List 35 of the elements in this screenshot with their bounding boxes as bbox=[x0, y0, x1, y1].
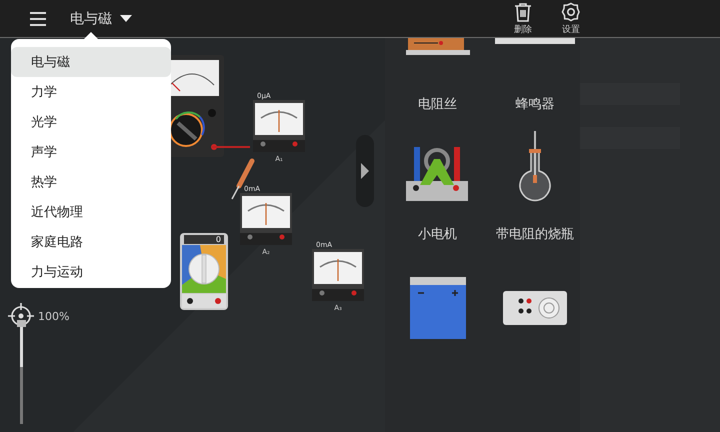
battery-drawing bbox=[410, 277, 466, 339]
motor-drawing bbox=[406, 145, 470, 203]
resistance-box-drawing bbox=[503, 291, 567, 325]
delete-button[interactable]: 删除 bbox=[513, 2, 533, 36]
menu-item[interactable]: 家庭电路 bbox=[11, 227, 171, 257]
ammeter-drawing[interactable] bbox=[253, 100, 305, 152]
zoom-reading: 100% bbox=[38, 310, 70, 322]
ammeter-drawing[interactable] bbox=[240, 193, 292, 245]
menu-item[interactable]: 力与运动 bbox=[11, 257, 171, 287]
menu-icon[interactable] bbox=[29, 10, 47, 28]
menu-item[interactable]: 光学 bbox=[11, 107, 171, 137]
menu-item[interactable]: 声学 bbox=[11, 137, 171, 167]
caret-icon bbox=[120, 14, 132, 22]
terminal-icon bbox=[182, 294, 226, 308]
ammeter-drawing[interactable] bbox=[312, 249, 364, 301]
trash-icon bbox=[513, 2, 533, 22]
multimeter-dial-drawing bbox=[182, 245, 226, 293]
zoom-slider[interactable] bbox=[17, 320, 26, 424]
expand-panel-handle[interactable] bbox=[356, 135, 374, 207]
test-lead-wire[interactable] bbox=[212, 144, 250, 150]
menu-item[interactable]: 电与磁 bbox=[11, 47, 171, 77]
palette-item[interactable]: 蜂鸣器 bbox=[490, 38, 580, 118]
flask-drawing bbox=[517, 131, 553, 203]
menu-item[interactable]: 近代物理 bbox=[11, 197, 171, 227]
menu-item[interactable]: 热学 bbox=[11, 167, 171, 197]
settings-icon bbox=[561, 2, 581, 22]
slider-thumb[interactable] bbox=[17, 320, 26, 327]
palette-item[interactable]: 小电机 bbox=[385, 118, 490, 248]
category-dropdown[interactable]: 电与磁 bbox=[70, 10, 132, 28]
palette-item[interactable]: 电阻丝 bbox=[385, 38, 490, 118]
multimeter-display: 0 bbox=[184, 235, 224, 244]
palette-item[interactable]: 带电阻的烧瓶 bbox=[490, 118, 580, 248]
settings-button[interactable]: 设置 bbox=[561, 2, 581, 36]
menu-item[interactable]: 力学 bbox=[11, 77, 171, 107]
digital-multimeter[interactable]: 0 bbox=[180, 233, 228, 310]
